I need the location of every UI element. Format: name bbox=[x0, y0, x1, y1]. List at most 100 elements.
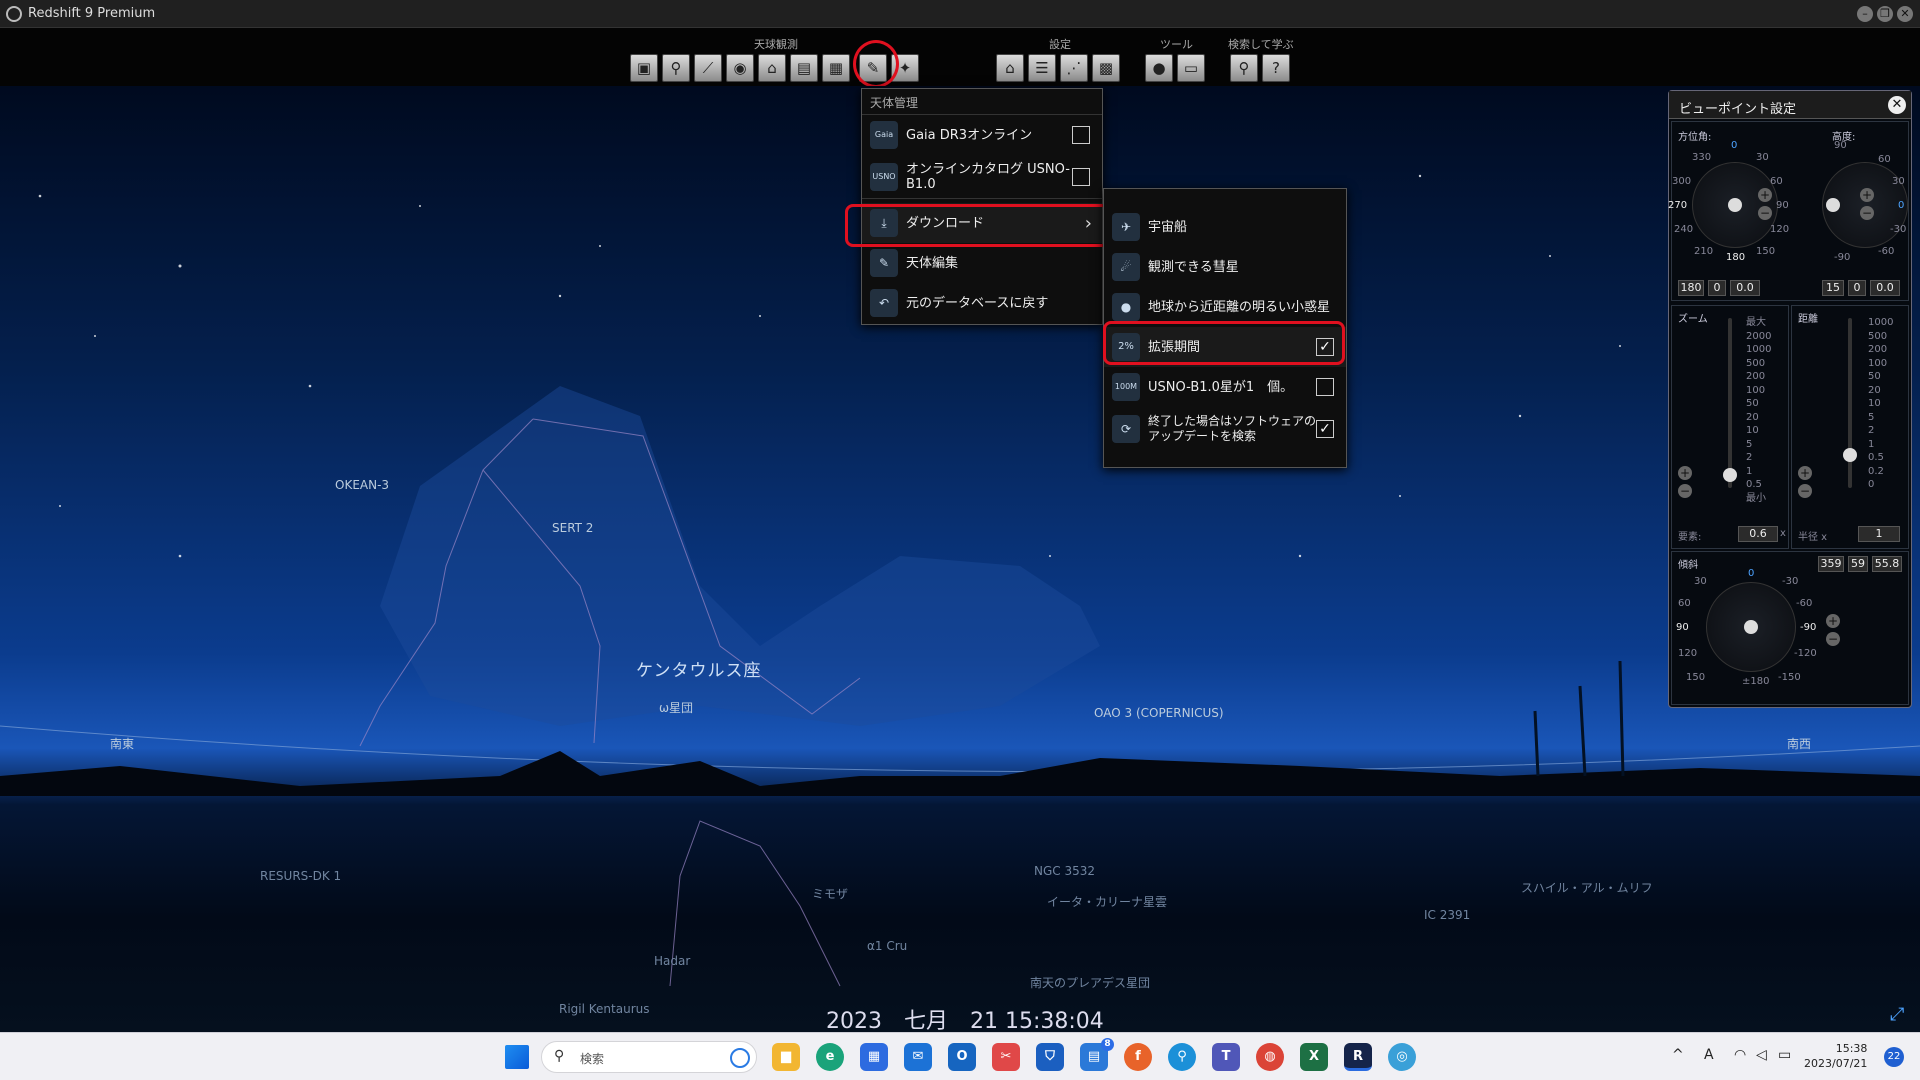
altitude-seconds[interactable]: 0.0 bbox=[1870, 280, 1900, 296]
chrome-icon[interactable]: ◍ bbox=[1256, 1043, 1284, 1071]
file-explorer-icon[interactable]: ▆ bbox=[772, 1043, 800, 1071]
constellation-lines-icon[interactable]: ⋰ bbox=[1060, 54, 1088, 82]
chevron-up-icon[interactable]: ^ bbox=[1672, 1047, 1684, 1063]
store-icon[interactable]: ▦ bbox=[860, 1043, 888, 1071]
date-time-display[interactable]: 2023 七月 21 15:38:04 bbox=[826, 1003, 1104, 1035]
constellation-name[interactable]: ケンタウルス座 bbox=[636, 656, 762, 681]
bing-icon[interactable] bbox=[730, 1048, 750, 1068]
sky-label[interactable]: SERT 2 bbox=[552, 521, 593, 535]
tilt-seconds[interactable]: 55.8 bbox=[1872, 556, 1902, 572]
plus-icon[interactable]: + bbox=[1678, 466, 1692, 480]
start-icon[interactable] bbox=[505, 1045, 529, 1069]
azimuth-minutes[interactable]: 0 bbox=[1708, 280, 1726, 296]
battery-icon[interactable]: ▭ bbox=[1778, 1047, 1791, 1063]
close-icon[interactable]: ✕ bbox=[1897, 6, 1913, 22]
minus-icon[interactable]: − bbox=[1678, 484, 1692, 498]
close-icon[interactable]: ✕ bbox=[1888, 96, 1906, 114]
book-icon[interactable]: ▤ bbox=[790, 54, 818, 82]
snipping-tool-icon[interactable]: ✂ bbox=[992, 1043, 1020, 1071]
zoom-slider-track[interactable] bbox=[1728, 318, 1732, 488]
excel-icon[interactable]: X bbox=[1300, 1043, 1328, 1071]
check-icon[interactable]: ✓ bbox=[1316, 420, 1334, 438]
usno-stars-checkbox[interactable] bbox=[1316, 378, 1334, 396]
usno-checkbox[interactable] bbox=[1072, 167, 1090, 186]
radius-input[interactable]: 1 bbox=[1858, 526, 1900, 542]
altitude-minutes[interactable]: 0 bbox=[1848, 280, 1866, 296]
teams-icon[interactable]: T bbox=[1212, 1043, 1240, 1071]
edge-icon[interactable]: e bbox=[816, 1043, 844, 1071]
redshift-taskbar-icon[interactable]: R bbox=[1344, 1043, 1372, 1071]
ime-indicator[interactable]: A bbox=[1704, 1047, 1714, 1063]
menu-item-usno[interactable]: USNO オンラインカタログ USNO-B1.0 bbox=[862, 155, 1102, 199]
outlook-icon[interactable]: O bbox=[948, 1043, 976, 1071]
plus-icon[interactable]: + bbox=[1826, 614, 1840, 628]
submenu-item-usno-stars[interactable]: 100M USNO-B1.0星が1 個。 bbox=[1104, 367, 1346, 407]
sky-label[interactable]: スハイル・アル・ムリフ bbox=[1521, 879, 1653, 896]
firefox-icon[interactable]: f bbox=[1124, 1043, 1152, 1071]
altitude-knob[interactable] bbox=[1826, 198, 1840, 212]
telescope-icon[interactable]: ⟋ bbox=[694, 54, 722, 82]
azimuth-degrees[interactable]: 180 bbox=[1678, 280, 1704, 296]
notification-count[interactable]: 22 bbox=[1884, 1047, 1904, 1067]
restore-icon[interactable]: ❐ bbox=[1877, 6, 1893, 22]
sky-label[interactable]: OKEAN-3 bbox=[335, 478, 389, 492]
home-icon[interactable]: ⌂ bbox=[996, 54, 1024, 82]
sky-label[interactable]: Rigil Kentaurus bbox=[559, 1002, 650, 1016]
minus-icon[interactable]: − bbox=[1860, 206, 1874, 220]
zoom-slider-knob[interactable] bbox=[1723, 468, 1737, 482]
altitude-degrees[interactable]: 15 bbox=[1822, 280, 1844, 296]
sky-view-icon[interactable]: ● bbox=[1145, 54, 1173, 82]
menu-item-gaia[interactable]: Gaia Gaia DR3オンライン bbox=[862, 115, 1102, 155]
wifi-icon[interactable]: ◠ bbox=[1734, 1047, 1746, 1063]
sky-label[interactable]: ミモザ bbox=[812, 885, 848, 902]
observatory-icon[interactable]: ⌂ bbox=[758, 54, 786, 82]
security-shield-icon[interactable]: ⛉ bbox=[1036, 1043, 1064, 1071]
sky-label[interactable]: NGC 3532 bbox=[1034, 864, 1095, 878]
sky-label[interactable]: α1 Cru bbox=[867, 939, 907, 953]
plus-icon[interactable]: + bbox=[1798, 466, 1812, 480]
app-icon[interactable]: ▤ 8 bbox=[1080, 1038, 1114, 1071]
save-icon[interactable]: ▣ bbox=[630, 54, 658, 82]
gaia-checkbox[interactable] bbox=[1072, 126, 1090, 144]
window-add-icon[interactable]: ▭ bbox=[1177, 54, 1205, 82]
mail-icon[interactable]: ✉ bbox=[904, 1043, 932, 1071]
minimize-icon[interactable]: – bbox=[1857, 6, 1873, 22]
search-icon[interactable]: ⚲ bbox=[1230, 54, 1258, 82]
globe-app-icon[interactable]: ◎ bbox=[1388, 1043, 1416, 1071]
zoom-factor-input[interactable]: 0.6 bbox=[1738, 526, 1778, 542]
tilt-degrees[interactable]: 359 bbox=[1818, 556, 1844, 572]
azimuth-seconds[interactable]: 0.0 bbox=[1730, 280, 1760, 296]
tilt-minutes[interactable]: 59 bbox=[1848, 556, 1868, 572]
plus-icon[interactable]: + bbox=[1860, 188, 1874, 202]
submenu-item-check-updates[interactable]: ⟳ 終了した場合はソフトウェアのアップデートを検索 ✓ bbox=[1104, 407, 1346, 451]
minus-icon[interactable]: − bbox=[1798, 484, 1812, 498]
tilt-knob[interactable] bbox=[1744, 620, 1758, 634]
sky-label[interactable]: IC 2391 bbox=[1424, 908, 1470, 922]
sliders-icon[interactable]: ☰ bbox=[1028, 54, 1056, 82]
system-clock[interactable]: 15:38 2023/07/21 bbox=[1804, 1041, 1867, 1071]
azimuth-knob[interactable] bbox=[1728, 198, 1742, 212]
expand-icon[interactable]: ⤢ bbox=[1890, 1004, 1904, 1025]
search-app-icon[interactable]: ⚲ bbox=[1168, 1043, 1196, 1071]
calendar-icon[interactable]: ▦ bbox=[822, 54, 850, 82]
eye-icon[interactable]: ◉ bbox=[726, 54, 754, 82]
taskbar-search[interactable]: ⚲ 検索 bbox=[541, 1041, 757, 1073]
help-icon[interactable]: ? bbox=[1262, 54, 1290, 82]
sky-label[interactable]: OAO 3 (COPERNICUS) bbox=[1094, 706, 1224, 720]
sky-label[interactable]: ω星団 bbox=[659, 699, 693, 716]
submenu-item-comets[interactable]: ☄ 観測できる彗星 bbox=[1104, 247, 1346, 287]
minus-icon[interactable]: − bbox=[1758, 206, 1772, 220]
sky-label[interactable]: RESURS-DK 1 bbox=[260, 869, 341, 883]
grid-icon[interactable]: ▩ bbox=[1092, 54, 1120, 82]
menu-item-restore-database[interactable]: ↶ 元のデータベースに戻す bbox=[862, 283, 1102, 323]
sky-label[interactable]: 南天のプレアデス星団 bbox=[1030, 974, 1150, 991]
minus-icon[interactable]: − bbox=[1826, 632, 1840, 646]
location-pin-icon[interactable]: ⚲ bbox=[662, 54, 690, 82]
plus-icon[interactable]: + bbox=[1758, 188, 1772, 202]
submenu-item-spacecraft[interactable]: ✈ 宇宙船 bbox=[1104, 207, 1346, 247]
distance-slider-knob[interactable] bbox=[1843, 448, 1857, 462]
sky-label[interactable]: Hadar bbox=[654, 954, 690, 968]
volume-icon[interactable]: ◁ bbox=[1756, 1047, 1767, 1063]
distance-slider-track[interactable] bbox=[1848, 318, 1852, 488]
menu-item-edit-objects[interactable]: ✎ 天体編集 bbox=[862, 243, 1102, 283]
